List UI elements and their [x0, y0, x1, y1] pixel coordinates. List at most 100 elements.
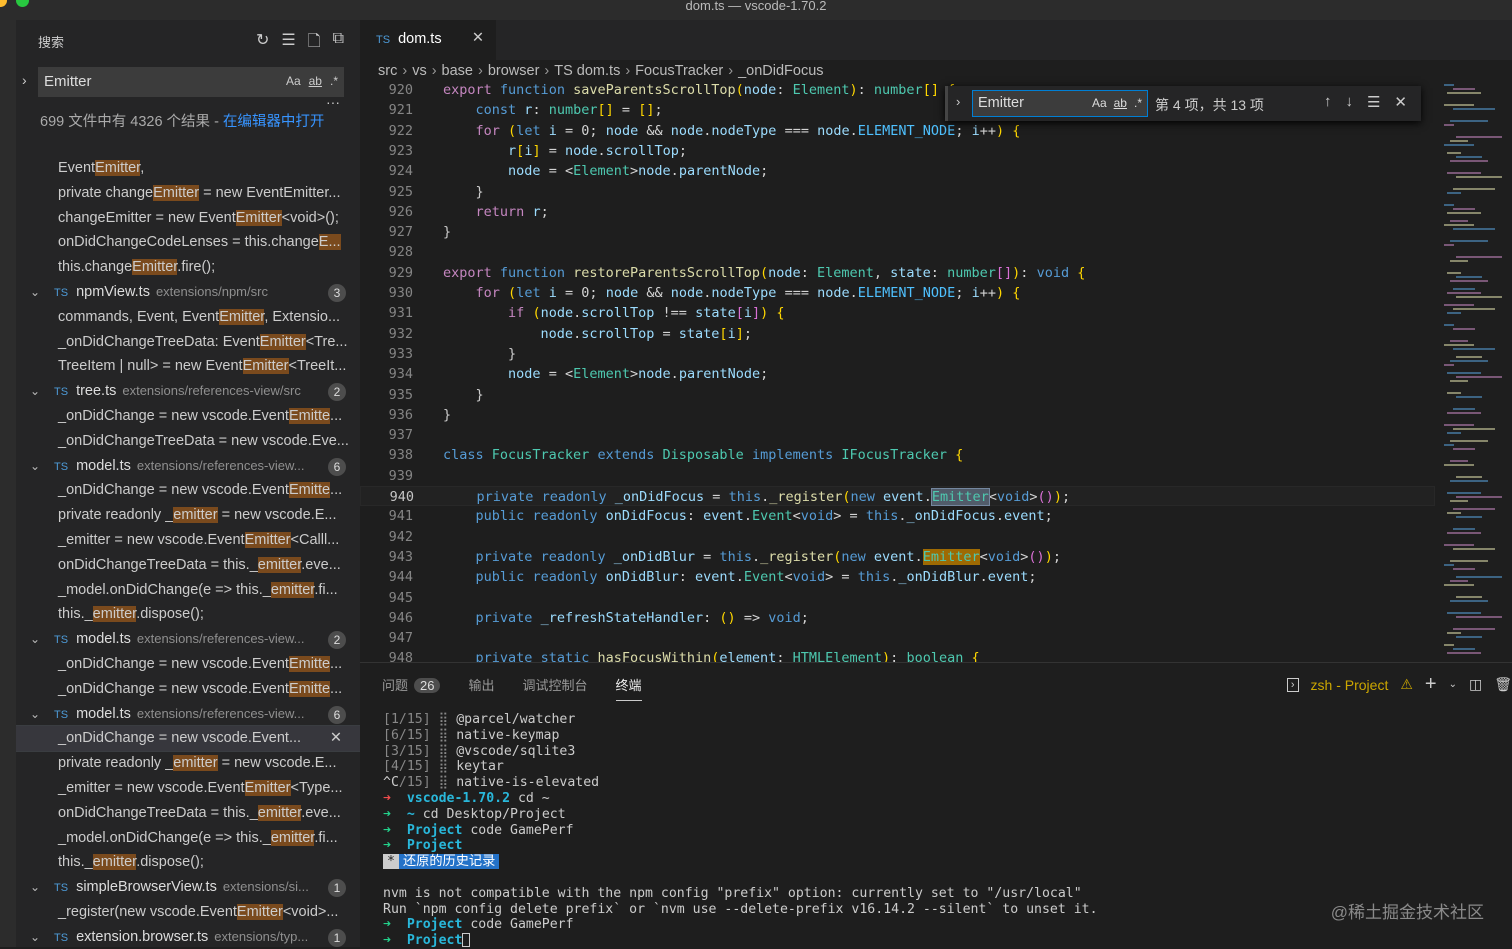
result-match[interactable]: _onDidChange = new vscode.EventEmitte...: [16, 478, 360, 503]
breadcrumb-item[interactable]: vs: [412, 63, 427, 79]
result-match[interactable]: TreeItem | null> = new EventEmitter<Tree…: [16, 354, 360, 379]
breadcrumb-item[interactable]: FocusTracker: [635, 63, 723, 79]
result-file[interactable]: ⌄TSmodel.tsextensions/references-view...…: [16, 454, 360, 479]
result-match[interactable]: changeEmitter = new EventEmitter<void>()…: [16, 206, 360, 231]
refresh-icon[interactable]: ↻: [256, 30, 269, 57]
result-match[interactable]: private readonly _emitter = new vscode.E…: [16, 503, 360, 528]
close-find-icon[interactable]: ✕: [1394, 93, 1407, 111]
toggle-replace-icon[interactable]: ›: [956, 94, 960, 109]
result-match[interactable]: EventEmitter,: [16, 156, 360, 181]
collapse-all-icon[interactable]: ⧉: [333, 30, 344, 57]
result-match[interactable]: onDidChangeTreeData = this._emitter.eve.…: [16, 801, 360, 826]
chevron-down-icon[interactable]: ⌄: [30, 925, 40, 947]
result-match[interactable]: _model.onDidChange(e => this._emitter.fi…: [16, 826, 360, 851]
result-match[interactable]: this._emitter.dispose();: [16, 850, 360, 875]
next-match-icon[interactable]: ↓: [1345, 93, 1353, 111]
chevron-down-icon[interactable]: ⌄: [30, 379, 40, 404]
chevron-down-icon[interactable]: ⌄: [30, 875, 40, 900]
code-editor[interactable]: 920export function saveParentsScrollTop(…: [360, 80, 1440, 662]
match-case-toggle[interactable]: Aa: [286, 74, 301, 88]
panel-tab[interactable]: 问题26: [382, 675, 440, 701]
minimap-line: [1456, 476, 1482, 478]
breadcrumb-item[interactable]: base: [442, 63, 473, 79]
split-terminal-icon[interactable]: ◫: [1469, 676, 1482, 693]
dismiss-icon[interactable]: ✕: [330, 726, 342, 751]
result-match[interactable]: _onDidChangeTreeData: EventEmitter<Tre..…: [16, 330, 360, 355]
result-file[interactable]: ⌄TStree.tsextensions/references-view/src…: [16, 379, 360, 404]
result-match[interactable]: onDidChangeCodeLenses = this.changeE...: [16, 230, 360, 255]
result-file[interactable]: ⌄TSmodel.tsextensions/references-view...…: [16, 627, 360, 652]
find-match-case-toggle[interactable]: Aa: [1092, 96, 1107, 110]
panel-tab[interactable]: 调试控制台: [523, 675, 588, 701]
result-match[interactable]: _onDidChangeTreeData = new vscode.Eve...: [16, 429, 360, 454]
find-in-selection-icon[interactable]: ☰: [1367, 93, 1380, 111]
breadcrumb-item[interactable]: src: [378, 63, 397, 79]
code-token: ;: [1045, 508, 1053, 524]
code-token: [541, 163, 549, 179]
result-match[interactable]: _onDidChange = new vscode.EventEmitte...: [16, 404, 360, 429]
regex-toggle[interactable]: .*: [330, 74, 338, 88]
warning-icon[interactable]: ⚠: [1400, 676, 1413, 693]
code-token: ): [882, 650, 890, 662]
result-match[interactable]: _emitter = new vscode.EventEmitter<Calll…: [16, 528, 360, 553]
result-file[interactable]: ⌄TSsimpleBrowserView.tsextensions/si...1: [16, 875, 360, 900]
result-match[interactable]: _emitter = new vscode.EventEmitter<Type.…: [16, 776, 360, 801]
breadcrumb-item[interactable]: TS dom.ts: [554, 63, 620, 79]
code-token: [841, 508, 849, 524]
result-file[interactable]: ⌄TSmodel.tsextensions/references-view...…: [16, 702, 360, 727]
result-file[interactable]: ⌄TSextension.browser.tsextensions/typ...…: [16, 925, 360, 947]
result-match[interactable]: this._emitter.dispose();: [16, 602, 360, 627]
result-match[interactable]: this.changeEmitter.fire();: [16, 255, 360, 280]
code-token: number: [549, 102, 598, 118]
find-whole-word-toggle[interactable]: ab: [1114, 96, 1127, 110]
chevron-down-icon[interactable]: ⌄: [30, 280, 40, 305]
previous-match-icon[interactable]: ↑: [1324, 93, 1332, 111]
panel-tab[interactable]: 终端: [616, 675, 642, 701]
code-token: ;: [760, 163, 768, 179]
result-match[interactable]: onDidChangeTreeData = this._emitter.eve.…: [16, 553, 360, 578]
typescript-file-icon: TS: [54, 932, 68, 944]
whole-word-toggle[interactable]: ab: [309, 74, 322, 88]
minimap-line: [1453, 548, 1495, 550]
breadcrumb-item[interactable]: browser: [488, 63, 540, 79]
kill-terminal-icon[interactable]: 🗑: [1494, 676, 1512, 693]
match-highlight: Emitte: [289, 482, 330, 498]
result-match[interactable]: _onDidChange = new vscode.EventEmitte...: [16, 652, 360, 677]
more-options-button[interactable]: ···: [326, 94, 340, 110]
chevron-down-icon[interactable]: ⌄: [30, 454, 40, 479]
code-token: ): [850, 82, 858, 98]
terminal-dropdown-chevron-icon[interactable]: ⌄: [1449, 679, 1457, 690]
result-match[interactable]: _model.onDidChange(e => this._emitter.fi…: [16, 578, 360, 603]
toggle-replace-chevron-icon[interactable]: ›: [22, 72, 27, 88]
chevron-down-icon[interactable]: ⌄: [30, 627, 40, 652]
minimap[interactable]: [1440, 84, 1512, 662]
result-file[interactable]: ⌄TSnpmView.tsextensions/npm/src3: [16, 280, 360, 305]
new-search-editor-icon[interactable]: 🗋: [308, 30, 321, 57]
window-title: dom.ts — vscode-1.70.2: [686, 0, 827, 13]
breadcrumb-item[interactable]: _onDidFocus: [738, 63, 823, 79]
result-match[interactable]: _onDidChange = new vscode.EventEmitte...: [16, 677, 360, 702]
chevron-down-icon[interactable]: ⌄: [30, 702, 40, 727]
clear-results-icon[interactable]: ☰: [281, 30, 295, 57]
maximize-window-button[interactable]: [16, 0, 29, 7]
find-input[interactable]: Emitter Aa ab .*: [972, 90, 1148, 117]
find-regex-toggle[interactable]: .*: [1134, 96, 1142, 110]
tab-dom-ts[interactable]: TSdom.ts ✕: [360, 20, 496, 60]
code-token: let: [516, 285, 540, 301]
file-name: simpleBrowserView.ts: [76, 879, 217, 895]
result-match[interactable]: private readonly _emitter = new vscode.E…: [16, 751, 360, 776]
search-input[interactable]: Emitter Aa ab .*: [38, 67, 344, 97]
result-match[interactable]: _onDidChange = new vscode.Event...✕: [16, 726, 360, 751]
new-terminal-icon[interactable]: +: [1425, 673, 1437, 696]
terminal-name[interactable]: zsh - Project: [1311, 677, 1389, 693]
close-tab-icon[interactable]: ✕: [472, 30, 484, 46]
code-token: =: [850, 508, 858, 524]
open-in-editor-link[interactable]: 在编辑器中打开: [223, 114, 325, 130]
minimap-line: [1450, 440, 1488, 442]
panel-tab[interactable]: 输出: [468, 675, 494, 701]
terminal-output[interactable]: [1/15] ⣿ @parcel/watcher[6/15] ⣿ native-…: [383, 712, 1098, 949]
result-match[interactable]: private changeEmitter = new EventEmitter…: [16, 181, 360, 206]
result-match[interactable]: commands, Event, EventEmitter, Extensio.…: [16, 305, 360, 330]
result-match[interactable]: _register(new vscode.EventEmitter<void>.…: [16, 900, 360, 925]
minimize-window-button[interactable]: [0, 0, 7, 7]
